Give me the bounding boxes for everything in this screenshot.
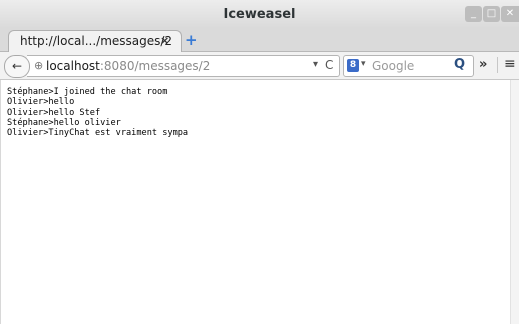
page-content: Stéphane>I joined the chat room Olivier>… xyxy=(0,80,511,324)
maximize-button[interactable]: □ xyxy=(483,6,500,22)
title-bar: Iceweasel _ □ ✕ xyxy=(0,0,519,28)
url-path: :8080/messages/2 xyxy=(99,59,211,73)
new-tab-icon[interactable]: + xyxy=(185,31,198,49)
toolbar-overflow-icon[interactable]: » xyxy=(479,57,487,72)
message-line: Stéphane>hello olivier xyxy=(7,117,121,128)
toolbar-separator xyxy=(497,57,498,73)
navigation-bar: ⊕ localhost:8080/messages/2 ▾ C ← 8 ▾ Go… xyxy=(0,52,519,80)
message-list: Stéphane>I joined the chat room Olivier>… xyxy=(7,87,188,138)
window-title: Iceweasel xyxy=(223,7,296,22)
url-bar[interactable]: ⊕ localhost:8080/messages/2 ▾ C xyxy=(27,55,340,77)
menu-icon[interactable]: ≡ xyxy=(504,56,516,72)
message-line: Olivier>hello Stef xyxy=(7,107,101,118)
tab-label: http://local.../messages/2 xyxy=(20,34,173,48)
minimize-button[interactable]: _ xyxy=(465,6,482,22)
tab-close-icon[interactable]: × xyxy=(160,34,169,47)
url-text[interactable]: localhost:8080/messages/2 xyxy=(46,59,210,73)
globe-icon: ⊕ xyxy=(34,59,44,72)
scrollbar[interactable] xyxy=(510,80,519,324)
search-engine-dropdown-icon[interactable]: ▾ xyxy=(361,59,366,69)
message-line: Olivier>hello xyxy=(7,97,75,108)
search-bar[interactable]: 8 ▾ Google Q xyxy=(343,55,474,77)
url-dropdown-icon[interactable]: ▾ xyxy=(313,59,318,70)
search-input[interactable]: Google xyxy=(372,59,414,73)
search-engine-icon[interactable]: 8 xyxy=(347,59,359,72)
search-icon[interactable]: Q xyxy=(454,57,465,72)
close-window-button[interactable]: ✕ xyxy=(501,6,519,22)
tab-messages[interactable]: http://local.../messages/2 × xyxy=(8,30,182,52)
message-line: Stéphane>I joined the chat room xyxy=(7,87,168,97)
tab-strip: http://local.../messages/2 × + xyxy=(0,28,519,52)
url-host: localhost xyxy=(46,59,100,73)
back-button[interactable]: ← xyxy=(4,55,30,78)
reload-icon[interactable]: C xyxy=(325,58,333,72)
message-line: Olivier>TinyChat est vraiment sympa xyxy=(7,128,189,139)
